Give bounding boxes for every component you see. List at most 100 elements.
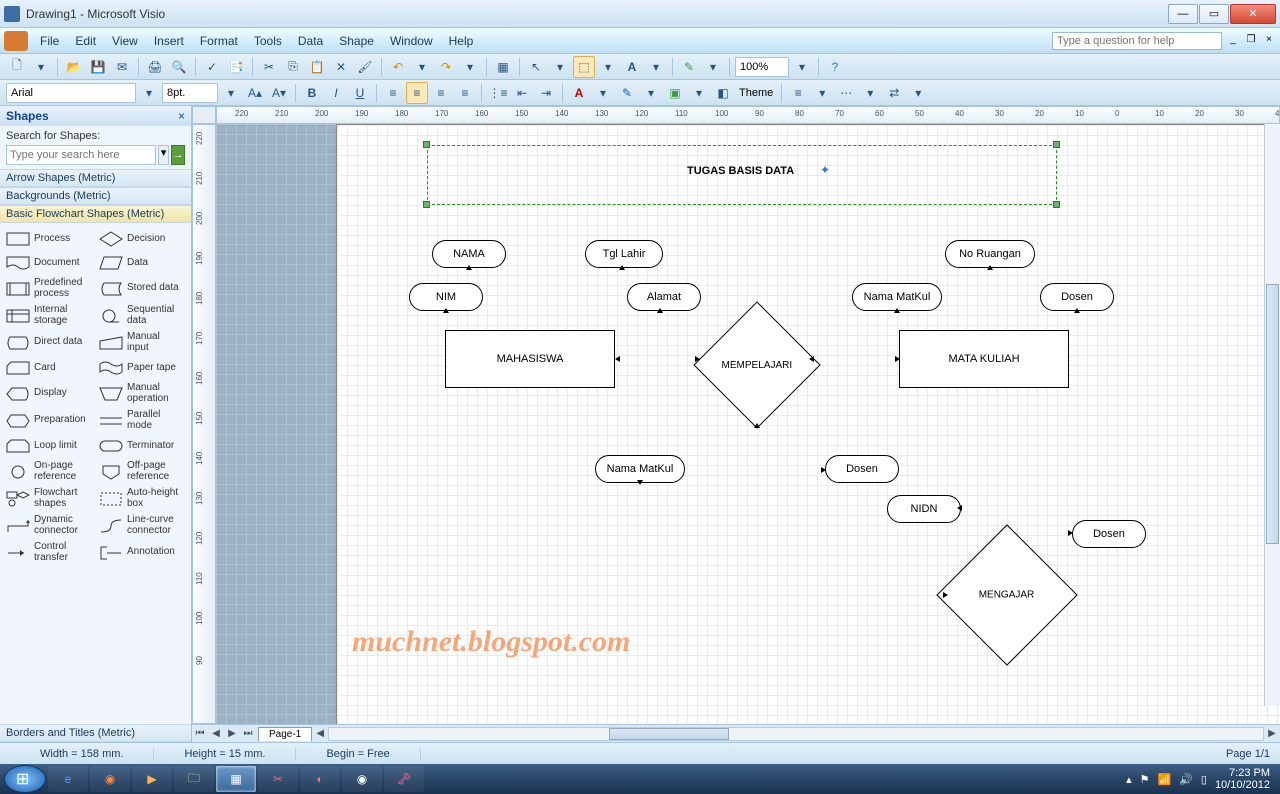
line-pattern-button[interactable]: ⋯ xyxy=(835,82,857,104)
attr-nama[interactable]: NAMA xyxy=(432,240,506,268)
align-right-button[interactable]: ≡ xyxy=(430,82,452,104)
vertical-scrollbar[interactable] xyxy=(1264,124,1280,706)
tray-battery-icon[interactable]: ▯ xyxy=(1201,773,1207,786)
attr-alamat[interactable]: Alamat xyxy=(627,283,701,311)
new-button[interactable]: 🗋 xyxy=(6,56,28,78)
shapes-panel-close-icon[interactable]: × xyxy=(178,109,185,123)
shape-manual-input[interactable]: Manual input xyxy=(95,329,188,356)
shape-stored-data[interactable]: Stored data xyxy=(95,275,188,302)
italic-button[interactable]: I xyxy=(325,82,347,104)
attr-namamatkul-rel[interactable]: Nama MatKul xyxy=(595,455,685,483)
shape-predefined-process[interactable]: Predefined process xyxy=(2,275,95,302)
align-left-button[interactable]: ≡ xyxy=(382,82,404,104)
line-ends-button[interactable]: ⇄ xyxy=(883,82,905,104)
maximize-button[interactable]: ▭ xyxy=(1199,4,1229,24)
taskbar-access-icon[interactable]: 🗝 xyxy=(384,766,424,792)
close-button[interactable]: ✕ xyxy=(1230,4,1276,24)
open-button[interactable]: 📂 xyxy=(63,56,85,78)
shape-terminator[interactable]: Terminator xyxy=(95,434,188,458)
shape-process[interactable]: Process xyxy=(2,227,95,251)
increase-indent-button[interactable]: ⇥ xyxy=(535,82,557,104)
system-tray[interactable]: ▴ ⚑ 📶 🔊 ▯ 7:23 PM 10/10/2012 xyxy=(1126,767,1276,791)
tray-clock[interactable]: 7:23 PM 10/10/2012 xyxy=(1215,767,1270,791)
doc-restore-button[interactable]: ❐ xyxy=(1244,34,1258,48)
spelling-button[interactable]: ✓ xyxy=(201,56,223,78)
shape-off-page-reference[interactable]: Off-page reference xyxy=(95,458,188,485)
scrollbar-thumb[interactable] xyxy=(1266,284,1279,544)
tray-flag-icon[interactable]: ⚑ xyxy=(1140,773,1150,786)
text-tool-button[interactable]: A xyxy=(621,56,643,78)
shape-document[interactable]: Document xyxy=(2,251,95,275)
drawing-page[interactable]: TUGAS BASIS DATA ✦ MAHASISWA NAMA NIM Tg… xyxy=(336,124,1280,724)
paste-button[interactable]: 📋 xyxy=(306,56,328,78)
tab-nav-first-icon[interactable]: ⏮ xyxy=(192,728,208,739)
ink-button[interactable]: ✎ xyxy=(678,56,700,78)
menu-help[interactable]: Help xyxy=(441,30,482,52)
theme-label[interactable]: Theme xyxy=(736,87,776,99)
decrease-font-button[interactable]: A▾ xyxy=(268,82,290,104)
shape-sequential-data[interactable]: Sequential data xyxy=(95,302,188,329)
bold-button[interactable]: B xyxy=(301,82,323,104)
attr-nim[interactable]: NIM xyxy=(409,283,483,311)
attr-nidn[interactable]: NIDN xyxy=(887,495,961,523)
theme-button[interactable]: ◧ xyxy=(712,82,734,104)
menu-insert[interactable]: Insert xyxy=(146,30,192,52)
shape-auto-height-box[interactable]: Auto-height box xyxy=(95,485,188,512)
menu-shape[interactable]: Shape xyxy=(331,30,382,52)
dropdown-icon[interactable]: ▾ xyxy=(640,82,662,104)
dropdown-icon[interactable]: ▾ xyxy=(220,82,242,104)
stencil-arrow-shapes[interactable]: Arrow Shapes (Metric) xyxy=(0,169,191,187)
taskbar-chrome-icon[interactable]: ◉ xyxy=(342,766,382,792)
taskbar-mediaplayer-icon[interactable]: ▶ xyxy=(132,766,172,792)
tray-volume-icon[interactable]: 🔊 xyxy=(1179,773,1193,786)
shape-parallel-mode[interactable]: Parallel mode xyxy=(95,407,188,434)
shape-data[interactable]: Data xyxy=(95,251,188,275)
attr-noruangan[interactable]: No Ruangan xyxy=(945,240,1035,268)
dropdown-icon[interactable]: ▾ xyxy=(592,82,614,104)
cut-button[interactable]: ✂ xyxy=(258,56,280,78)
entity-mahasiswa[interactable]: MAHASISWA xyxy=(445,330,615,388)
taskbar-explorer-icon[interactable]: 🗀 xyxy=(174,766,214,792)
increase-font-button[interactable]: A▴ xyxy=(244,82,266,104)
attr-tgllahir[interactable]: Tgl Lahir xyxy=(585,240,663,268)
underline-button[interactable]: U xyxy=(349,82,371,104)
bullets-button[interactable]: ⋮≡ xyxy=(487,82,509,104)
shape-manual-operation[interactable]: Manual operation xyxy=(95,380,188,407)
dropdown-icon[interactable]: ▾ xyxy=(907,82,929,104)
dropdown-icon[interactable]: ▾ xyxy=(811,82,833,104)
mail-button[interactable]: ✉ xyxy=(111,56,133,78)
dropdown-icon[interactable]: ▾ xyxy=(688,82,710,104)
search-dropdown-icon[interactable]: ▾ xyxy=(158,145,169,165)
shapes-window-button[interactable]: ▦ xyxy=(492,56,514,78)
print-preview-button[interactable]: 🔍 xyxy=(168,56,190,78)
save-button[interactable]: 💾 xyxy=(87,56,109,78)
shape-preparation[interactable]: Preparation xyxy=(2,407,95,434)
undo-button[interactable]: ↶ xyxy=(387,56,409,78)
menu-format[interactable]: Format xyxy=(192,30,246,52)
taskbar-ccleaner-icon[interactable]: ◐ xyxy=(300,766,340,792)
resize-handle[interactable] xyxy=(1053,201,1060,208)
shape-direct-data[interactable]: Direct data xyxy=(2,329,95,356)
doc-close-button[interactable]: × xyxy=(1262,34,1276,48)
tray-network-icon[interactable]: 📶 xyxy=(1157,773,1171,786)
shape-annotation[interactable]: Annotation xyxy=(95,539,188,566)
line-weight-button[interactable]: ≡ xyxy=(787,82,809,104)
shape-control-transfer[interactable]: Control transfer xyxy=(2,539,95,566)
vertical-ruler[interactable]: 220210200 190180170 160150140 130120110 … xyxy=(192,124,216,724)
stencil-borders-titles[interactable]: Borders and Titles (Metric) xyxy=(0,724,191,742)
line-color-button[interactable]: ✎ xyxy=(616,82,638,104)
stencil-backgrounds[interactable]: Backgrounds (Metric) xyxy=(0,187,191,205)
print-button[interactable]: 🖨 xyxy=(144,56,166,78)
shape-display[interactable]: Display xyxy=(2,380,95,407)
stencil-basic-flowchart[interactable]: Basic Flowchart Shapes (Metric) xyxy=(0,205,191,223)
dropdown-icon[interactable]: ▾ xyxy=(138,82,160,104)
font-size-combo[interactable] xyxy=(162,83,218,103)
zoom-combo[interactable] xyxy=(735,57,789,77)
horizontal-ruler[interactable]: 2202102001901801701601501401301201101009… xyxy=(216,106,1280,124)
redo-button[interactable]: ↷ xyxy=(435,56,457,78)
relation-mempelajari[interactable]: MEMPELAJARI xyxy=(693,301,820,428)
shape-flowchart-shapes[interactable]: Flowchart shapes xyxy=(2,485,95,512)
dropdown-icon[interactable]: ▾ xyxy=(791,56,813,78)
dropdown-icon[interactable]: ▾ xyxy=(859,82,881,104)
shape-on-page-reference[interactable]: On-page reference xyxy=(2,458,95,485)
